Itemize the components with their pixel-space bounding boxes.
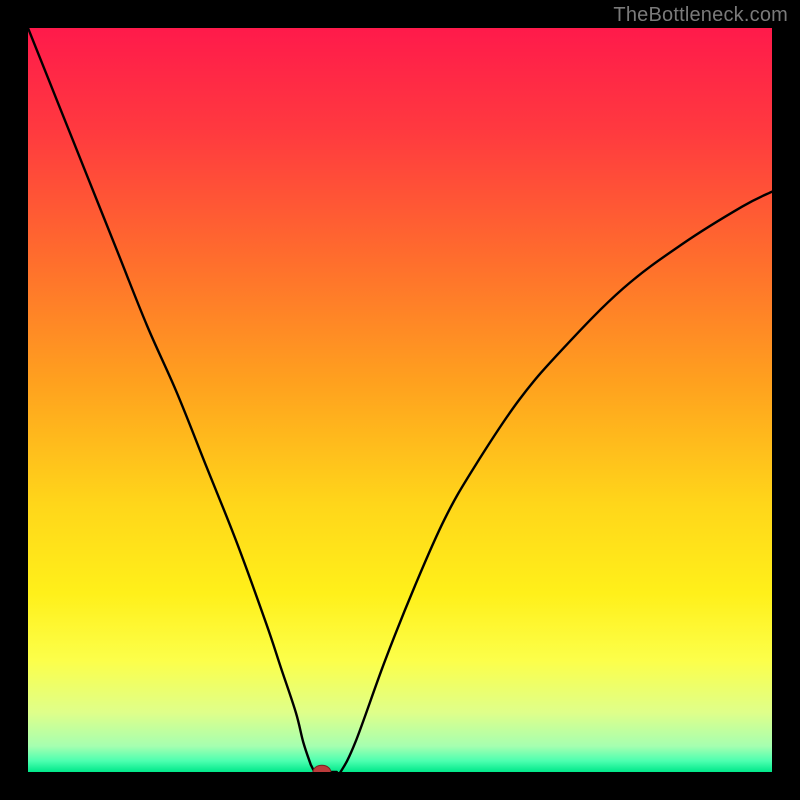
bottleneck-chart [28,28,772,772]
plot-area [28,28,772,772]
watermark-text: TheBottleneck.com [613,4,788,27]
gradient-background [28,28,772,772]
chart-frame: TheBottleneck.com [0,0,800,800]
